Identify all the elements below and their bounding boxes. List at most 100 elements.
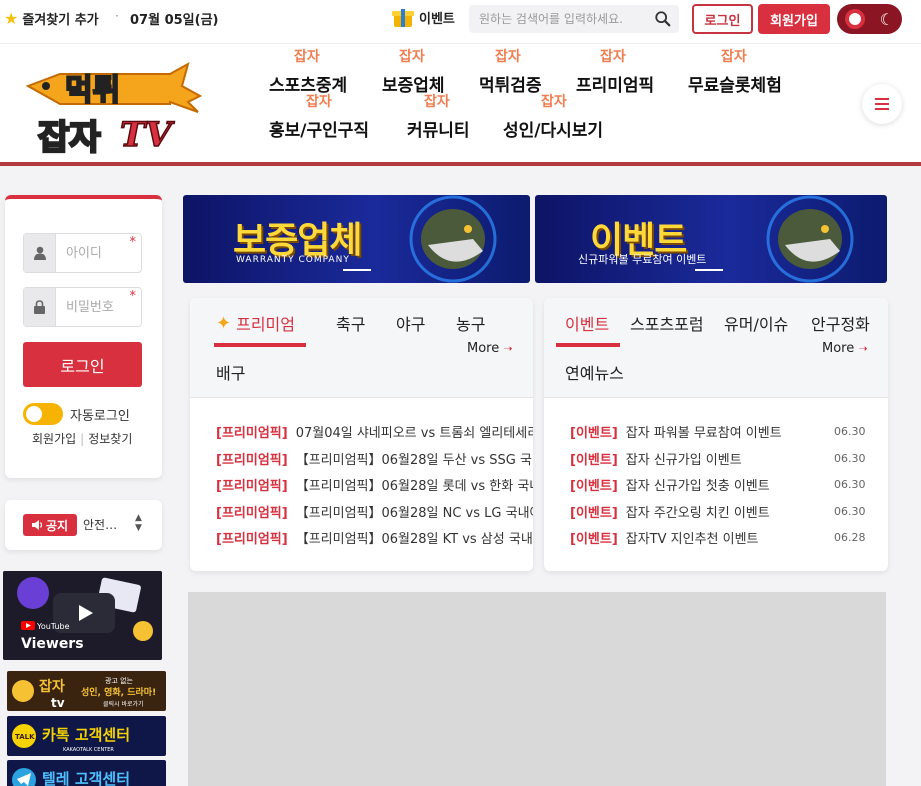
nav-tag-warranty: 잡자 — [399, 49, 425, 65]
jab-copy-1: 광고 없는 — [105, 677, 134, 685]
list-item[interactable]: [프리미엄픽] 【프리미엄픽】06월28일 NC vs LG 국내야구 — [216, 502, 533, 522]
logo-line-1: 먹튀 — [65, 73, 120, 108]
nav-item-slot[interactable]: 무료슬롯체험 — [688, 71, 782, 96]
list-item[interactable]: [이벤트] 잡자 파워볼 무료참여 이벤트 06.30 — [570, 422, 880, 442]
tab-premium[interactable]: ✦ 프리미엄 — [216, 311, 295, 335]
hamburger-icon — [875, 98, 889, 100]
event-sub: 신규파워볼 무료참여 이벤트 — [578, 253, 707, 266]
list-item[interactable]: [프리미엄픽]【프리미엄픽】06월28일 두산 vs SSG 국내야구 — [216, 449, 533, 469]
event-board-tabs: 이벤트 스포츠포럼 유머/이슈 안구정화 More ➝ 연예뉴스 — [544, 298, 888, 398]
sparkle-icon: ✦ — [216, 312, 232, 334]
list-item[interactable]: [이벤트] 잡자 신규가입 이벤트 06.30 — [570, 449, 880, 469]
sun-icon — [845, 9, 865, 29]
auto-login-label: 자동로그인 — [70, 408, 130, 424]
event-link[interactable]: 이벤트 — [392, 6, 455, 28]
tab-entertainment-news[interactable]: 연예뉴스 — [565, 360, 624, 384]
event-banner[interactable]: 이벤트 신규파워볼 무료참여 이벤트 — [535, 195, 887, 283]
list-item[interactable]: [이벤트] 잡자TV 지인추천 이벤트 06.28 — [570, 528, 880, 548]
list-item[interactable]: [이벤트] 잡자 주간오링 치킨 이벤트 06.30 — [570, 502, 880, 522]
nav-tag-verify: 잡자 — [495, 49, 521, 65]
list-item[interactable]: [이벤트] 잡자 신규가입 첫충 이벤트 06.30 — [570, 475, 880, 495]
more-link[interactable]: More ➝ — [467, 341, 513, 356]
star-icon: ★ — [4, 9, 19, 28]
notice-badge-label: 공지 — [45, 518, 69, 533]
telegram-center-banner[interactable]: 텔레 고객센터 — [7, 760, 166, 786]
sort-arrows-icon[interactable]: ▲ ▼ — [135, 513, 142, 533]
tab-eye-candy[interactable]: 안구정화 — [811, 311, 870, 335]
theme-toggle[interactable]: ☾ — [837, 4, 902, 34]
kakao-center-banner[interactable]: TALK 카톡 고객센터 KAKAOTALK CENTER — [7, 716, 166, 756]
telegram-banner-art: 텔레 고객센터 — [7, 760, 166, 786]
search-input[interactable] — [469, 12, 644, 26]
join-button[interactable]: 회원가입 — [758, 4, 830, 34]
menu-button[interactable] — [862, 84, 902, 124]
nav-item-promo[interactable]: 홍보/구인구직 — [269, 116, 369, 141]
youtube-viewers-banner[interactable]: YouTube Viewers — [3, 571, 162, 660]
user-icon — [24, 234, 56, 272]
banner-underline — [695, 269, 723, 271]
notice-ticker[interactable]: 공지 안전놀이터 ▲▼ — [5, 500, 162, 550]
search-icon[interactable] — [654, 10, 672, 28]
jab-title: 잡자 — [39, 678, 65, 695]
jab-tv-banner-art: 잡자 tv 광고 없는 성인, 영화, 드라마! 클릭시 바로가기 — [7, 671, 166, 711]
jab-tv: tv — [51, 696, 65, 710]
speaker-icon — [31, 520, 43, 530]
nav-tag-premium: 잡자 — [600, 49, 626, 65]
notice-text[interactable]: 안전놀이터 — [83, 516, 128, 533]
site-header: 먹튀 잡자 TV 잡자 스포츠중계 잡자 보증업체 잡자 먹튀검증 잡자 프리미… — [0, 44, 921, 166]
id-input[interactable] — [56, 234, 136, 272]
favorite-label: 즐겨찾기 추가 — [22, 13, 99, 28]
login-card: * * 로그인 자동로그인 회원가입 | 정보찾기 — [5, 195, 162, 478]
kakao-sub: KAKAOTALK CENTER — [63, 747, 114, 753]
content-placeholder — [188, 592, 886, 786]
moon-icon: ☾ — [879, 9, 894, 29]
tab-humor[interactable]: 유머/이슈 — [724, 311, 788, 335]
required-mark: * — [129, 289, 137, 304]
tab-event[interactable]: 이벤트 — [565, 311, 609, 335]
event-board: 이벤트 스포츠포럼 유머/이슈 안구정화 More ➝ 연예뉴스 [이벤트] 잡자… — [544, 298, 888, 571]
nav-item-premium[interactable]: 프리미엄픽 — [576, 71, 654, 96]
current-date: 07월 05일(금) — [130, 13, 219, 28]
toggle-switch[interactable] — [23, 403, 63, 425]
nav-item-adult[interactable]: 성인/다시보기 — [503, 116, 603, 141]
separator: · — [115, 9, 119, 23]
lock-icon — [24, 288, 56, 326]
tab-volleyball[interactable]: 배구 — [216, 360, 245, 384]
jab-copy-2: 성인, 영화, 드라마! — [81, 686, 156, 698]
premium-board: ✦ 프리미엄 축구 야구 농구 More ➝ 배구 [프리미엄픽] 07월04일 … — [190, 298, 533, 571]
top-bar: ★ 즐겨찾기 추가 · 07월 05일(금) 이벤트 로그인 회원가입 ☾ — [0, 0, 921, 44]
tab-soccer[interactable]: 축구 — [336, 311, 365, 335]
site-logo[interactable]: 먹튀 잡자 TV — [20, 56, 210, 156]
active-tab-indicator — [556, 343, 620, 347]
password-field: * — [23, 287, 142, 327]
nav-item-verify[interactable]: 먹튀검증 — [479, 71, 542, 96]
notice-badge: 공지 — [23, 514, 77, 536]
search-box — [469, 5, 679, 33]
auto-login-toggle[interactable]: 자동로그인 — [23, 403, 130, 425]
kakao-banner-art: TALK 카톡 고객센터 KAKAOTALK CENTER — [7, 716, 166, 756]
warranty-sub: WARRANTY COMPANY — [236, 255, 350, 265]
tab-baseball[interactable]: 야구 — [396, 311, 425, 335]
gift-icon — [392, 6, 414, 28]
tab-sports-forum[interactable]: 스포츠포럼 — [630, 311, 704, 335]
nav-tag-sports: 잡자 — [294, 49, 320, 65]
banner-underline — [343, 269, 371, 271]
nav-item-community[interactable]: 커뮤니티 — [407, 116, 470, 141]
event-label: 이벤트 — [419, 11, 455, 27]
find-info-link[interactable]: 정보찾기 — [88, 430, 132, 447]
logo-line-2: 잡자 — [38, 118, 101, 156]
favorite-link[interactable]: ★ 즐겨찾기 추가 — [4, 9, 99, 28]
premium-board-tabs: ✦ 프리미엄 축구 야구 농구 More ➝ 배구 — [190, 298, 533, 398]
sidebar-login-button[interactable]: 로그인 — [23, 342, 142, 387]
join-link[interactable]: 회원가입 — [32, 430, 76, 447]
warranty-banner[interactable]: 보증업체 WARRANTY COMPANY — [183, 195, 530, 283]
tab-basketball[interactable]: 농구 — [456, 311, 485, 335]
list-item[interactable]: [프리미엄픽] 【프리미엄픽】06월28일 KT vs 삼성 국내야구 — [216, 528, 533, 548]
jab-tv-banner[interactable]: 잡자 tv 광고 없는 성인, 영화, 드라마! 클릭시 바로가기 — [7, 671, 166, 711]
login-button[interactable]: 로그인 — [692, 4, 753, 34]
more-link[interactable]: More ➝ — [822, 341, 868, 356]
active-tab-indicator — [214, 343, 306, 347]
password-input[interactable] — [56, 288, 136, 326]
list-item[interactable]: [프리미엄픽] 07월04일 샤네피오르 vs 트롬쇠 엘리테세리 — [216, 422, 533, 442]
list-item[interactable]: [프리미엄픽]【프리미엄픽】06월28일 롯데 vs 한화 국내야구 — [216, 475, 533, 495]
